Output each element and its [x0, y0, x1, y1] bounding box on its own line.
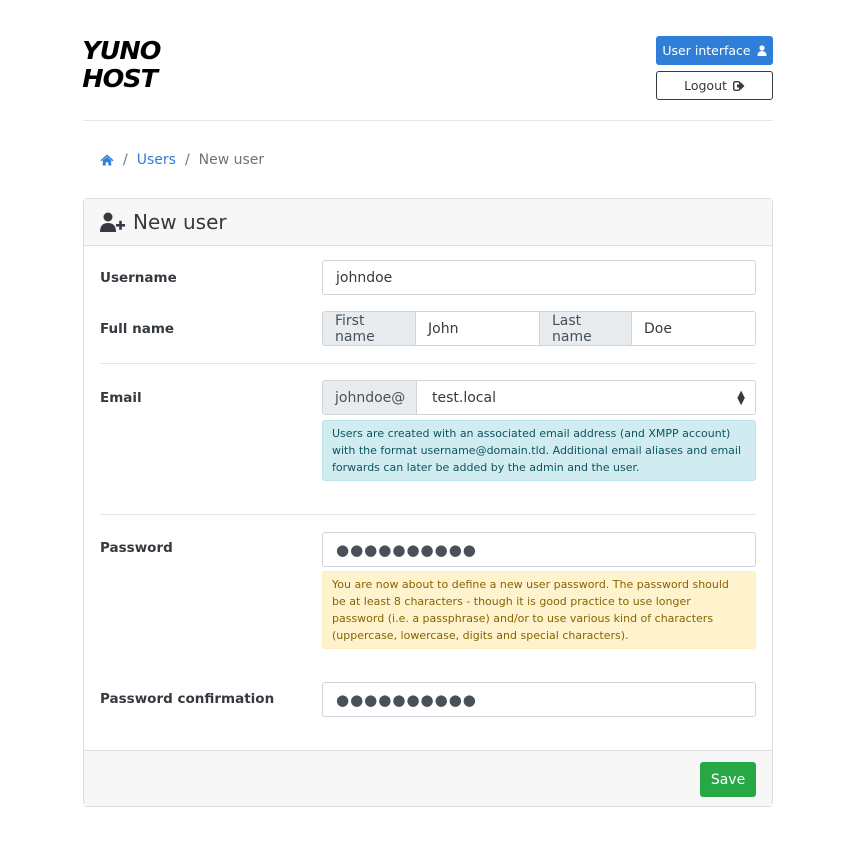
card-title: New user [133, 210, 227, 234]
breadcrumb-users-link[interactable]: Users [137, 152, 176, 168]
password-confirmation-input[interactable]: ●●●●●●●●●● [322, 682, 756, 717]
email-prefix-addon: johndoe@ [323, 381, 417, 414]
username-input[interactable]: johndoe [322, 260, 756, 295]
password-help-alert: You are now about to define a new user p… [322, 571, 756, 649]
breadcrumb-current: New user [198, 152, 265, 168]
password-confirmation-label: Password confirmation [100, 691, 275, 707]
top-header: YUNO HOST User interface Logout [82, 0, 773, 121]
breadcrumb-separator: / [123, 152, 128, 168]
card-footer: Save [84, 750, 772, 806]
user-interface-label: User interface [662, 43, 751, 58]
logo-text-line1: YUNO [82, 36, 161, 65]
new-user-card: New user Username johndoe Full name Firs… [83, 198, 773, 807]
home-icon[interactable] [100, 154, 114, 166]
password-input[interactable]: ●●●●●●●●●● [322, 532, 756, 567]
section-divider [100, 363, 756, 364]
email-label: Email [100, 390, 142, 406]
fullname-group: First name John Last name Doe [322, 311, 756, 346]
last-name-input[interactable]: Doe [632, 312, 755, 345]
save-button[interactable]: Save [700, 762, 756, 797]
first-name-input[interactable]: John [416, 312, 540, 345]
last-name-addon: Last name [540, 312, 632, 345]
select-arrows-icon: ▲ ▼ [737, 389, 745, 407]
breadcrumb-separator: / [184, 152, 190, 168]
email-help-alert: Users are created with an associated ema… [322, 420, 756, 481]
user-icon [757, 45, 767, 56]
user-plus-icon [100, 212, 125, 232]
logout-button[interactable]: Logout [656, 71, 773, 100]
fullname-label: Full name [100, 321, 175, 337]
username-label: Username [100, 270, 177, 286]
password-label: Password [100, 540, 173, 556]
email-domain-value: test.local [432, 389, 496, 406]
email-group: johndoe@ test.local ▲ ▼ [322, 380, 756, 415]
logo-text-line2: HOST [82, 64, 158, 93]
card-body: Username johndoe Full name First name Jo… [84, 246, 772, 751]
email-domain-select[interactable]: test.local ▲ ▼ [417, 381, 755, 414]
yunohost-logo[interactable]: YUNO HOST [82, 36, 161, 99]
breadcrumb: / Users / New user [83, 150, 773, 170]
first-name-addon: First name [323, 312, 416, 345]
logout-label: Logout [684, 78, 727, 93]
user-interface-button[interactable]: User interface [656, 36, 773, 65]
card-header: New user [84, 199, 772, 246]
sign-out-icon [732, 80, 745, 91]
section-divider [100, 514, 756, 515]
